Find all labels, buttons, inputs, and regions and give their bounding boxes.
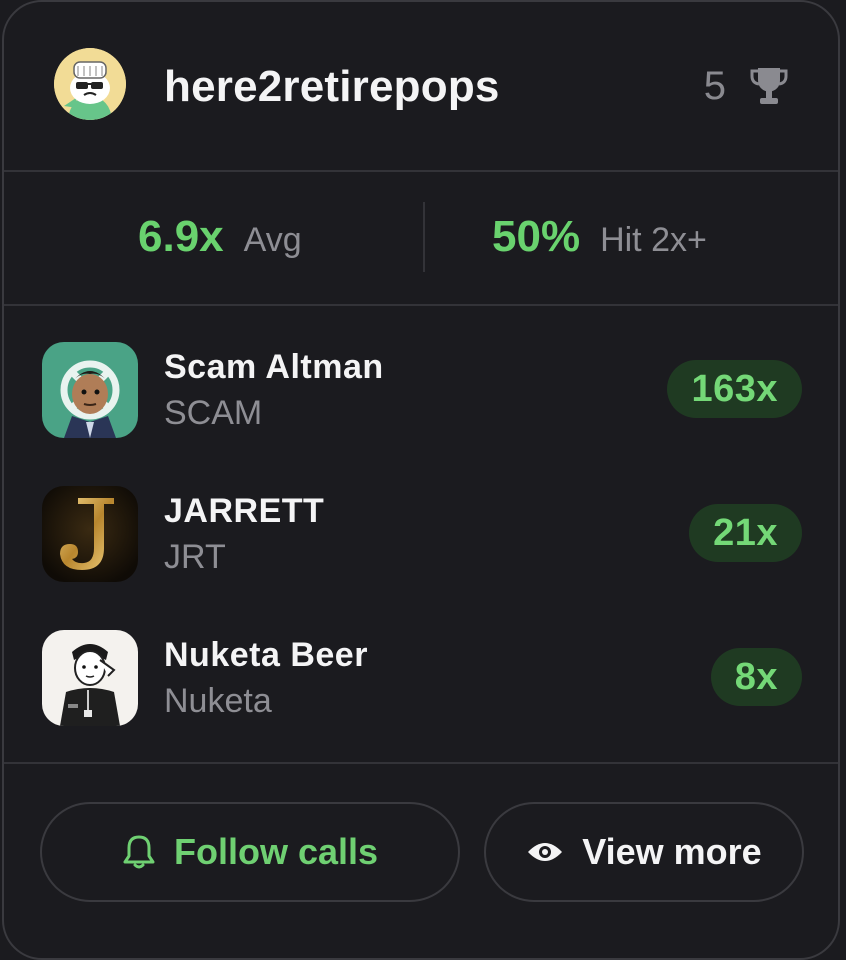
follow-calls-label: Follow calls	[173, 831, 379, 872]
hit-rate-value: 50%	[492, 212, 581, 261]
nuketa-beer-logo-icon	[42, 630, 138, 726]
token-list: Scam Altman SCAM 163x JARRETT JRT 21x Nu…	[4, 306, 838, 764]
trophy-count: 5	[703, 64, 726, 108]
token-name: Scam Altman	[164, 348, 384, 386]
view-more-button[interactable]: View more	[484, 802, 804, 902]
avg-value: 6.9x	[138, 212, 224, 261]
stats-divider	[423, 202, 425, 272]
token-name: JARRETT	[164, 492, 325, 530]
bell-icon	[123, 835, 155, 869]
token-image-jrt	[42, 486, 138, 582]
caller-card: here2retirepops 5 6.9x Avg 50% Hit 2x+ S…	[2, 0, 840, 960]
token-ticker: JRT	[164, 538, 226, 576]
token-row-jrt[interactable]: JARRETT JRT 21x	[4, 450, 838, 582]
user-avatar[interactable]	[54, 48, 126, 120]
jarrett-logo-icon	[42, 486, 138, 582]
token-image-nuketa	[42, 630, 138, 726]
multiplier-badge: 8x	[710, 648, 802, 706]
token-name: Nuketa Beer	[164, 636, 368, 674]
multiplier-badge: 163x	[667, 360, 802, 418]
token-ticker: Nuketa	[164, 682, 272, 720]
avg-stat: 6.9x Avg	[138, 212, 302, 262]
hit-rate-stat: 50% Hit 2x+	[492, 212, 707, 262]
hit-rate-label: Hit 2x+	[600, 221, 707, 259]
scam-altman-logo-icon	[42, 342, 138, 438]
stats-row: 6.9x Avg 50% Hit 2x+	[4, 172, 838, 306]
card-header: here2retirepops 5	[4, 2, 838, 172]
multiplier-badge: 21x	[689, 504, 802, 562]
token-ticker: SCAM	[164, 394, 263, 432]
view-more-label: View more	[582, 831, 762, 872]
token-image-scam	[42, 342, 138, 438]
username[interactable]: here2retirepops	[164, 62, 500, 112]
token-row-nuketa[interactable]: Nuketa Beer Nuketa 8x	[4, 594, 838, 726]
token-row-scam[interactable]: Scam Altman SCAM 163x	[4, 306, 838, 438]
follow-calls-button[interactable]: Follow calls	[40, 802, 460, 902]
eye-icon	[528, 843, 563, 861]
chef-avatar-icon	[54, 48, 126, 120]
trophy-icon	[750, 68, 788, 104]
avg-label: Avg	[243, 221, 302, 259]
